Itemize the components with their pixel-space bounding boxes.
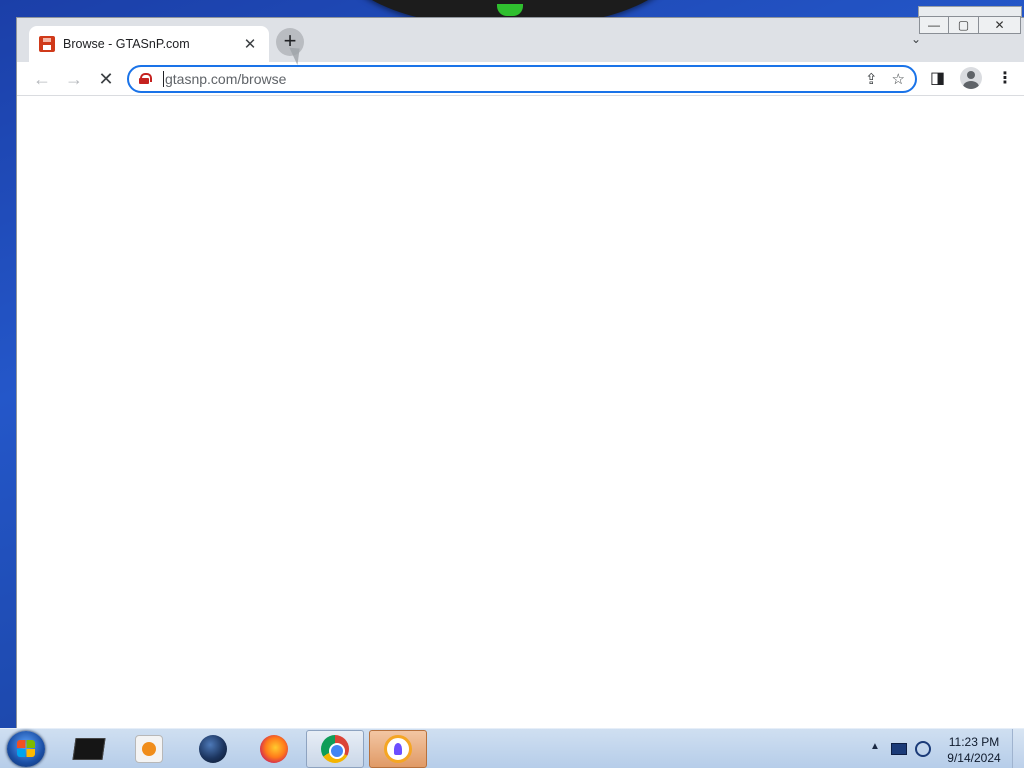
clock-time: 11:23 PM xyxy=(948,735,1000,749)
tab-browse[interactable]: Browse - GTASnP.com ✕ xyxy=(29,26,269,62)
browser-toolbar: ← → ✕ gtasnp.com/browse ⇪ ☆ ◨ ⋮ xyxy=(17,62,1024,96)
tab-title: Browse - GTASnP.com xyxy=(63,37,190,51)
page-content xyxy=(17,96,1024,729)
bookmark-star-icon[interactable]: ☆ xyxy=(892,70,905,88)
terminal-icon xyxy=(72,738,106,760)
url-text[interactable]: gtasnp.com/browse xyxy=(165,71,851,87)
back-button[interactable]: ← xyxy=(29,66,55,92)
taskbar-media-player[interactable] xyxy=(120,730,178,768)
share-icon[interactable]: ⇪ xyxy=(865,70,878,88)
globe-icon xyxy=(199,735,227,763)
chrome-icon xyxy=(321,735,349,763)
browser-window: — ▢ ✕ Browse - GTASnP.com ✕ + ⌄ ← → ✕ gt… xyxy=(16,16,1024,730)
show-hidden-icons-button[interactable]: ▲ xyxy=(870,741,880,752)
network-tray-icon[interactable] xyxy=(915,741,931,757)
stop-loading-button[interactable]: ✕ xyxy=(93,66,119,92)
forward-button[interactable]: → xyxy=(61,66,87,92)
profile-avatar-icon[interactable] xyxy=(960,67,982,89)
taskbar-firefox[interactable] xyxy=(245,730,303,768)
taskbar-globe[interactable] xyxy=(184,730,242,768)
start-button[interactable] xyxy=(7,731,45,767)
taskbar-vpn[interactable] xyxy=(369,730,427,768)
connection-status-icon xyxy=(497,4,523,16)
firefox-icon xyxy=(260,735,288,763)
tab-strip: Browse - GTASnP.com ✕ + ⌄ xyxy=(17,18,1024,62)
address-bar[interactable]: gtasnp.com/browse ⇪ ☆ xyxy=(127,65,917,93)
media-player-icon xyxy=(135,735,163,763)
text-cursor xyxy=(163,71,164,87)
clock-date: 9/14/2024 xyxy=(947,751,1001,765)
vpn-icon xyxy=(384,735,412,763)
taskbar-terminal[interactable] xyxy=(60,730,118,768)
tab-close-icon[interactable]: ✕ xyxy=(241,35,259,53)
site-info-icon[interactable] xyxy=(139,73,152,85)
browser-menu-button[interactable]: ⋮ xyxy=(997,68,1013,88)
tab-search-button[interactable]: ⌄ xyxy=(911,32,921,46)
taskbar-clock[interactable]: 11:23 PM 9/14/2024 xyxy=(940,734,1008,766)
taskbar-chrome[interactable] xyxy=(306,730,364,768)
site-favicon-icon xyxy=(39,36,55,52)
display-tray-icon[interactable] xyxy=(891,743,907,755)
show-desktop-button[interactable] xyxy=(1012,729,1024,768)
side-panel-button[interactable]: ◨ xyxy=(930,68,945,88)
taskbar: ▲ 11:23 PM 9/14/2024 xyxy=(0,728,1024,768)
